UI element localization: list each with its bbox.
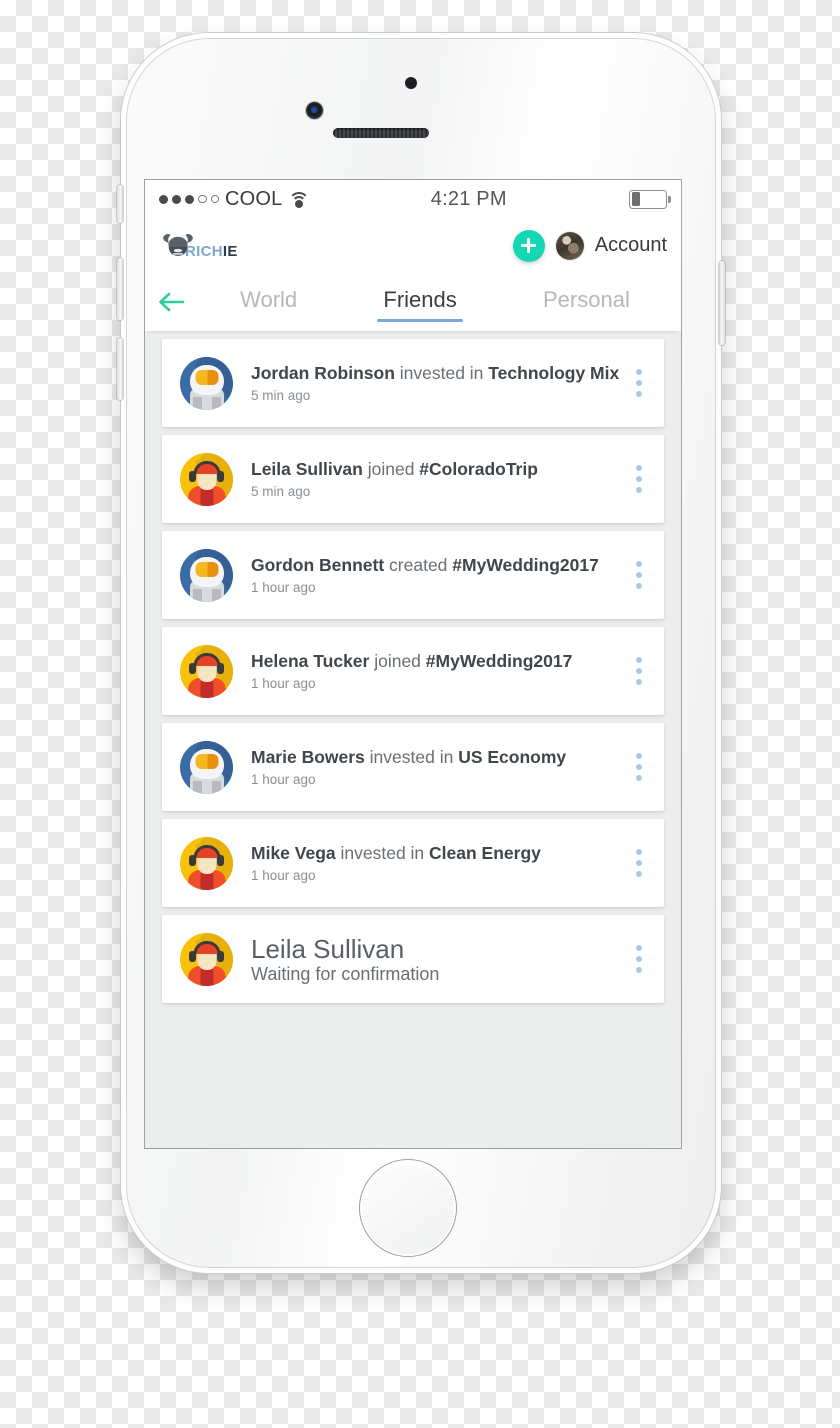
tab-world[interactable]: World xyxy=(238,283,299,322)
feed-item-actor: Leila Sullivan xyxy=(251,459,363,480)
astronaut-avatar xyxy=(180,548,233,602)
tab-friends[interactable]: Friends xyxy=(377,283,464,322)
logo-wordmark-dark: IE xyxy=(222,242,238,260)
headphones-person-avatar xyxy=(180,836,233,890)
feed-item-time: 1 hour ago xyxy=(251,867,316,883)
plus-icon xyxy=(521,238,537,253)
feed-item-text: Helena Tucker joined #MyWedding2017 xyxy=(251,651,622,673)
feed-item-body: Leila Sullivan joined #ColoradoTrip 5 mi… xyxy=(251,459,622,499)
front-camera-icon xyxy=(306,102,323,119)
feed-item-body: Leila Sullivan Waiting for confirmation xyxy=(251,933,622,985)
kebab-menu-icon[interactable] xyxy=(622,561,656,589)
feed-item-verb: joined xyxy=(362,459,420,480)
kebab-menu-icon[interactable] xyxy=(622,753,656,781)
arrow-left-icon xyxy=(158,292,184,312)
home-button[interactable] xyxy=(359,1159,457,1257)
feed-item-text: Jordan Robinson invested in Technology M… xyxy=(251,363,622,385)
feed-item-body: Gordon Bennett created #MyWedding2017 1 … xyxy=(251,555,622,595)
feed-item-text: Leila Sullivan joined #ColoradoTrip xyxy=(251,459,622,481)
feed-item-target: US Economy xyxy=(458,747,567,768)
feed-item-actor: Marie Bowers xyxy=(251,747,365,768)
account-label[interactable]: Account xyxy=(595,234,667,257)
feed-item-time: 5 min ago xyxy=(251,483,311,499)
volume-up-button[interactable] xyxy=(117,258,123,320)
feed-item-body: Jordan Robinson invested in Technology M… xyxy=(251,363,622,403)
viking-horned-head-icon xyxy=(161,231,195,261)
feed-item-text: Gordon Bennett created #MyWedding2017 xyxy=(251,555,622,577)
phone-screen: COOL 4:21 PM RICHIE Account World Friend… xyxy=(145,180,681,1148)
feed-item-target: #MyWedding2017 xyxy=(425,651,573,672)
feed-item-text: Marie Bowers invested in US Economy xyxy=(251,747,622,769)
feed-item[interactable]: Leila Sullivan joined #ColoradoTrip 5 mi… xyxy=(162,435,664,523)
feed-item[interactable]: Marie Bowers invested in US Economy 1 ho… xyxy=(162,723,664,811)
feed-item-actor: Helena Tucker xyxy=(251,651,370,672)
feed-item-target: Clean Energy xyxy=(429,843,541,864)
silent-switch[interactable] xyxy=(117,185,123,223)
canvas: COOL 4:21 PM RICHIE Account World Friend… xyxy=(0,0,840,1428)
status-bar: COOL 4:21 PM xyxy=(145,180,681,218)
feed-item-text: Mike Vega invested in Clean Energy xyxy=(251,843,622,865)
app-bar-actions: Account xyxy=(512,229,667,262)
feed-item-verb: created xyxy=(384,555,453,576)
activity-feed[interactable]: Jordan Robinson invested in Technology M… xyxy=(145,331,681,1148)
status-bar-left: COOL xyxy=(159,187,310,211)
power-button[interactable] xyxy=(719,261,725,345)
feed-item-pending[interactable]: Leila Sullivan Waiting for confirmation xyxy=(162,915,664,1003)
add-button[interactable] xyxy=(512,229,545,262)
feed-item-body: Mike Vega invested in Clean Energy 1 hou… xyxy=(251,843,622,883)
feed-item-target: Technology Mix xyxy=(488,363,620,384)
feed-item-actor: Leila Sullivan xyxy=(251,934,405,965)
clock-label: 4:21 PM xyxy=(430,187,507,210)
feed-item-target: #ColoradoTrip xyxy=(419,459,538,480)
tab-list: World Friends Personal xyxy=(197,283,681,322)
headphones-person-avatar xyxy=(180,452,233,506)
wifi-icon xyxy=(288,191,310,208)
feed-item-time: 5 min ago xyxy=(251,387,311,403)
feed-item-time: 1 hour ago xyxy=(251,771,316,787)
feed-item[interactable]: Helena Tucker joined #MyWedding2017 1 ho… xyxy=(162,627,664,715)
feed-item-time: 1 hour ago xyxy=(251,579,316,595)
feed-item-status: Waiting for confirmation xyxy=(251,963,440,984)
app-logo[interactable]: RICHIE xyxy=(161,231,238,261)
feed-item-body: Marie Bowers invested in US Economy 1 ho… xyxy=(251,747,622,787)
feed-item-verb: invested in xyxy=(394,363,489,384)
astronaut-avatar xyxy=(180,356,233,410)
status-bar-right xyxy=(629,189,671,209)
astronaut-avatar xyxy=(180,740,233,794)
feed-item-verb: joined xyxy=(369,651,426,672)
feed-item-verb: invested in xyxy=(364,747,459,768)
tab-bar: World Friends Personal xyxy=(145,273,681,331)
proximity-sensor xyxy=(405,77,417,89)
feed-item-actor: Gordon Bennett xyxy=(251,555,385,576)
kebab-menu-icon[interactable] xyxy=(622,849,656,877)
app-bar: RICHIE Account xyxy=(145,218,681,273)
feed-item-actor: Jordan Robinson xyxy=(251,363,395,384)
tab-personal[interactable]: Personal xyxy=(541,283,632,322)
volume-down-button[interactable] xyxy=(117,338,123,400)
signal-strength-icon xyxy=(159,194,219,204)
phone-device-frame: COOL 4:21 PM RICHIE Account World Friend… xyxy=(117,33,725,1273)
feed-item[interactable]: Jordan Robinson invested in Technology M… xyxy=(162,339,664,427)
battery-icon xyxy=(629,189,671,209)
feed-item[interactable]: Mike Vega invested in Clean Energy 1 hou… xyxy=(162,819,664,907)
kebab-menu-icon[interactable] xyxy=(622,465,656,493)
account-avatar[interactable] xyxy=(555,231,584,260)
feed-item-verb: invested in xyxy=(335,843,430,864)
feed-item[interactable]: Gordon Bennett created #MyWedding2017 1 … xyxy=(162,531,664,619)
back-button[interactable] xyxy=(145,291,197,313)
kebab-menu-icon[interactable] xyxy=(622,369,656,397)
feed-item-target: #MyWedding2017 xyxy=(452,555,599,576)
carrier-label: COOL xyxy=(225,187,283,210)
kebab-menu-icon[interactable] xyxy=(622,945,656,973)
feed-item-body: Helena Tucker joined #MyWedding2017 1 ho… xyxy=(251,651,622,691)
kebab-menu-icon[interactable] xyxy=(622,657,656,685)
headphones-person-avatar xyxy=(180,932,233,986)
earpiece-speaker xyxy=(333,128,429,138)
feed-item-time: 1 hour ago xyxy=(251,675,316,691)
feed-item-actor: Mike Vega xyxy=(251,843,336,864)
headphones-person-avatar xyxy=(180,644,233,698)
